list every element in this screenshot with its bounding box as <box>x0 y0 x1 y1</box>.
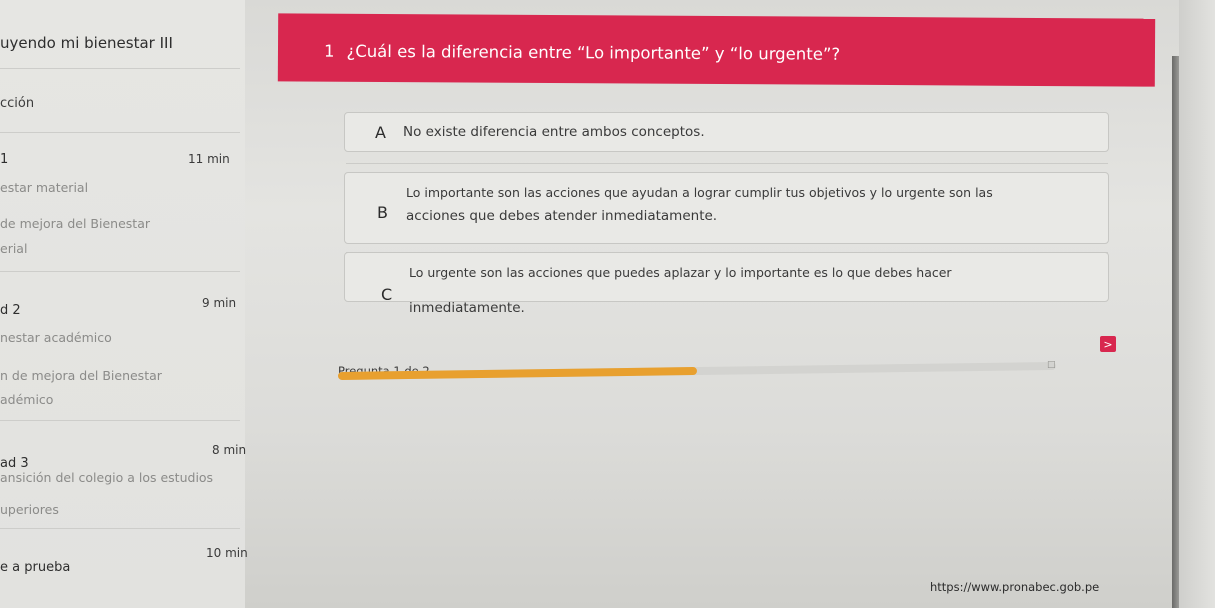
question-text: ¿Cuál es la diferencia entre “Lo importa… <box>346 41 841 64</box>
unit-1-item[interactable]: estar material <box>0 180 88 195</box>
divider <box>0 132 240 133</box>
option-c-text-line1: Lo urgente son las acciones que puedes a… <box>409 265 952 280</box>
question-number: 1 <box>323 41 335 61</box>
unit-3-time: 8 min <box>212 443 247 457</box>
course-sidebar: uyendo mi bienestar III cción 1 11 min e… <box>0 0 248 608</box>
quiz-page: uyendo mi bienestar III cción 1 11 min e… <box>0 0 1215 608</box>
unit-1-time: 11 min <box>188 152 230 166</box>
section-label: cción <box>0 96 35 111</box>
option-b[interactable]: B Lo importante son las acciones que ayu… <box>344 172 1109 244</box>
option-a-text: No existe diferencia entre ambos concept… <box>403 124 705 140</box>
test-label[interactable]: e a prueba <box>0 560 70 575</box>
test-time: 10 min <box>206 546 248 560</box>
flag-icon: □ <box>1047 360 1056 370</box>
divider <box>0 271 240 272</box>
divider <box>0 68 240 69</box>
background-edge <box>1179 0 1215 608</box>
option-b-letter: B <box>377 203 388 222</box>
question-title: 1 ¿Cuál es la diferencia entre “Lo import… <box>324 42 840 64</box>
option-a-letter: A <box>375 123 386 142</box>
site-url: https://www.pronabec.gob.pe <box>930 580 1100 594</box>
unit-1-item[interactable]: erial <box>0 241 27 256</box>
unit-2-item[interactable]: adémico <box>0 392 53 407</box>
unit-1-label[interactable]: 1 <box>0 152 8 167</box>
divider <box>0 528 240 529</box>
divider <box>346 163 1108 164</box>
screen-bezel <box>1172 56 1179 608</box>
option-b-text-line1: Lo importante son las acciones que ayuda… <box>406 185 993 200</box>
unit-3-label[interactable]: ad 3 <box>0 456 29 471</box>
unit-2-time: 9 min <box>202 296 237 310</box>
option-c-letter: C <box>381 285 393 304</box>
option-c-text-line2: inmediatamente. <box>409 300 525 316</box>
unit-2-item[interactable]: n de mejora del Bienestar <box>0 368 162 383</box>
unit-2-item[interactable]: nestar académico <box>0 330 112 345</box>
option-a[interactable]: A No existe diferencia entre ambos conce… <box>344 112 1109 152</box>
course-title: uyendo mi bienestar III <box>0 34 173 52</box>
unit-1-item[interactable]: de mejora del Bienestar <box>0 216 150 231</box>
question-header: 1 ¿Cuál es la diferencia entre “Lo import… <box>277 13 1156 87</box>
unit-3-item[interactable]: ansición del colegio a los estudios <box>0 470 213 485</box>
divider <box>0 420 240 421</box>
next-question-button[interactable]: > <box>1100 336 1116 352</box>
chevron-right-icon: > <box>1103 337 1113 351</box>
unit-3-item[interactable]: uperiores <box>0 502 59 517</box>
progress-bar <box>337 361 1056 380</box>
option-b-text-line2: acciones que debes atender inmediatament… <box>406 208 718 224</box>
option-c[interactable]: C Lo urgente son las acciones que puedes… <box>344 252 1109 316</box>
unit-2-label[interactable]: d 2 <box>0 303 21 318</box>
